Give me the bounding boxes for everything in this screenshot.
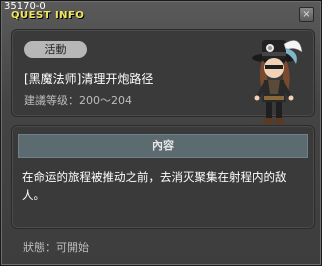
quest-info-window: 35170-0 QUEST INFO × 活動 [黑魔法师]清理开炮路径 建議等… — [0, 0, 322, 266]
window-title: QUEST INFO — [11, 10, 85, 21]
quest-title: [黑魔法师]清理开炮路径 — [24, 72, 154, 86]
quest-summary-panel: 活動 [黑魔法师]清理开炮路径 建議等级：200～204 — [11, 29, 315, 129]
quest-type-badge: 活動 — [24, 41, 87, 58]
npc-character-icon — [252, 40, 303, 129]
quest-description: 在命运的旅程被推动之前，去消灭聚集在射程内的敌人。 — [22, 170, 287, 202]
quest-status: 狀態：可開始 — [23, 241, 89, 254]
quest-details-panel: 內容 在命运的旅程被推动之前，去消灭聚集在射程内的敌人。 — [11, 125, 315, 229]
close-button[interactable]: × — [299, 7, 314, 22]
details-section-header: 內容 — [18, 134, 308, 158]
level-requirement: 建議等级：200～204 — [24, 94, 132, 107]
